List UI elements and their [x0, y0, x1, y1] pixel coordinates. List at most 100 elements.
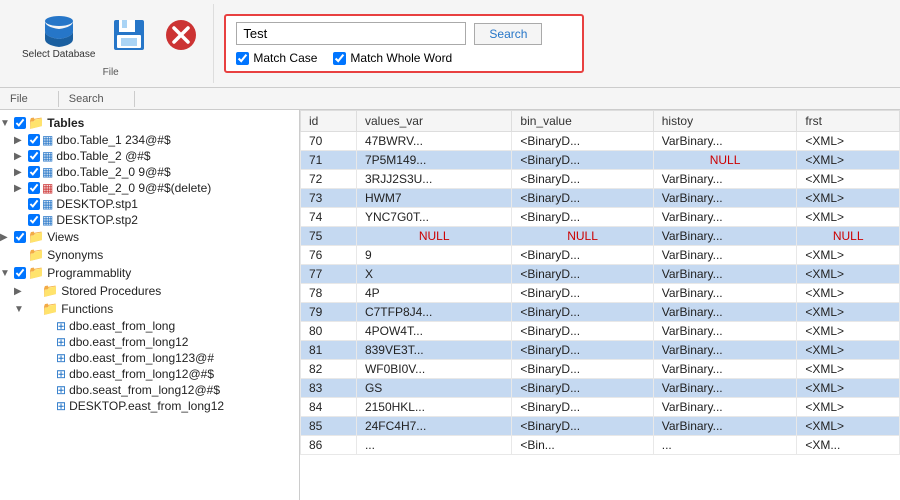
tree-item-fn3[interactable]: ⊞dbo.east_from_long123@# — [0, 350, 299, 366]
tree-arrow: ▼ — [0, 118, 12, 129]
tree-item-prog-root[interactable]: ▼📁Programmablity — [0, 264, 299, 282]
stop-icon — [163, 17, 199, 53]
tree-arrow: ▼ — [14, 304, 26, 315]
table-row[interactable]: 804POW4T...<BinaryD...VarBinary...<XML> — [301, 322, 900, 341]
table-row[interactable]: 73HWM7<BinaryD...VarBinary...<XML> — [301, 189, 900, 208]
tree-checkbox-table6[interactable] — [28, 214, 40, 226]
cell-histoy: ... — [653, 436, 797, 455]
table-row[interactable]: 7047BWRV...<BinaryD...VarBinary...<XML> — [301, 132, 900, 151]
tree-checkbox-tables-root[interactable] — [14, 117, 26, 129]
tree-item-table1[interactable]: ▶▦dbo.Table_1 234@#$ — [0, 132, 299, 148]
tree-checkbox-table4[interactable] — [28, 182, 40, 194]
table-row[interactable]: 77X<BinaryD...VarBinary...<XML> — [301, 265, 900, 284]
tree-item-fn1[interactable]: ⊞dbo.east_from_long — [0, 318, 299, 334]
tree-item-fn2[interactable]: ⊞dbo.east_from_long12 — [0, 334, 299, 350]
cell-id: 78 — [301, 284, 357, 303]
cell-values_var: 2150HKL... — [356, 398, 511, 417]
cell-values_var: 4P — [356, 284, 511, 303]
table-row[interactable]: 75NULLNULLVarBinary...NULL — [301, 227, 900, 246]
file-group-label: File — [103, 67, 119, 78]
tree-item-table5[interactable]: ▦DESKTOP.stp1 — [0, 196, 299, 212]
search-input[interactable] — [236, 22, 466, 45]
cell-bin_value: NULL — [512, 227, 653, 246]
column-header-values_var: values_var — [356, 111, 511, 132]
cell-id: 80 — [301, 322, 357, 341]
cell-values_var: ... — [356, 436, 511, 455]
cell-histoy: VarBinary... — [653, 246, 797, 265]
tree-item-fn4[interactable]: ⊞dbo.east_from_long12@#$ — [0, 366, 299, 382]
tree-label: Synonyms — [47, 248, 103, 262]
tree-item-table2[interactable]: ▶▦dbo.Table_2 @#$ — [0, 148, 299, 164]
cell-histoy: VarBinary... — [653, 284, 797, 303]
table-icon: ▦ — [42, 149, 53, 163]
tree-item-syn-root[interactable]: 📁Synonyms — [0, 246, 299, 264]
tree-item-sp-root[interactable]: ▶📁Stored Procedures — [0, 282, 299, 300]
cell-bin_value: <BinaryD... — [512, 417, 653, 436]
tree-item-tables-root[interactable]: ▼📁Tables — [0, 114, 299, 132]
cell-id: 85 — [301, 417, 357, 436]
cell-id: 74 — [301, 208, 357, 227]
table-row[interactable]: 82WF0BI0V...<BinaryD...VarBinary...<XML> — [301, 360, 900, 379]
cell-bin_value: <BinaryD... — [512, 170, 653, 189]
select-database-button[interactable]: Select Database — [16, 9, 101, 63]
match-case-label[interactable]: Match Case — [236, 51, 317, 65]
column-header-histoy: histoy — [653, 111, 797, 132]
cell-id: 81 — [301, 341, 357, 360]
stop-button[interactable] — [157, 15, 205, 57]
table-row[interactable]: 79C7TFP8J4...<BinaryD...VarBinary...<XML… — [301, 303, 900, 322]
table-row[interactable]: 769<BinaryD...VarBinary...<XML> — [301, 246, 900, 265]
table-icon: ▦ — [42, 165, 53, 179]
tree-label: Tables — [47, 116, 84, 130]
cell-id: 73 — [301, 189, 357, 208]
cell-histoy: VarBinary... — [653, 322, 797, 341]
cell-histoy: VarBinary... — [653, 208, 797, 227]
tree-item-table6[interactable]: ▦DESKTOP.stp2 — [0, 212, 299, 228]
tree-checkbox-prog-root[interactable] — [14, 267, 26, 279]
table-row[interactable]: 81839VE3T...<BinaryD...VarBinary...<XML> — [301, 341, 900, 360]
tree-checkbox-table2[interactable] — [28, 150, 40, 162]
cell-frst: <XML> — [797, 246, 900, 265]
tree-item-fn6[interactable]: ⊞DESKTOP.east_from_long12 — [0, 398, 299, 414]
table-row[interactable]: 8524FC4H7...<BinaryD...VarBinary...<XML> — [301, 417, 900, 436]
tree-checkbox-table1[interactable] — [28, 134, 40, 146]
tree-checkbox-table5[interactable] — [28, 198, 40, 210]
tree-checkbox-table3[interactable] — [28, 166, 40, 178]
table-row[interactable]: 74YNC7G0T...<BinaryD...VarBinary...<XML> — [301, 208, 900, 227]
table-row[interactable]: 842150HKL...<BinaryD...VarBinary...<XML> — [301, 398, 900, 417]
cell-frst: <XML> — [797, 322, 900, 341]
table-row[interactable]: 784P<BinaryD...VarBinary...<XML> — [301, 284, 900, 303]
tree-item-views-root[interactable]: ▶📁Views — [0, 228, 299, 246]
table-row[interactable]: 723RJJ2S3U...<BinaryD...VarBinary...<XML… — [301, 170, 900, 189]
search-button[interactable]: Search — [474, 23, 542, 45]
tree-item-fn-root[interactable]: ▼📁Functions — [0, 300, 299, 318]
cell-histoy: VarBinary... — [653, 341, 797, 360]
match-whole-word-label[interactable]: Match Whole Word — [333, 51, 452, 65]
cell-histoy: VarBinary... — [653, 170, 797, 189]
search-section-label: Search — [59, 91, 135, 107]
tree-arrow: ▶ — [0, 232, 12, 243]
match-case-checkbox[interactable] — [236, 52, 249, 65]
search-row: Search — [236, 22, 572, 45]
column-header-frst: frst — [797, 111, 900, 132]
tree-checkbox-views-root[interactable] — [14, 231, 26, 243]
cell-histoy: VarBinary... — [653, 265, 797, 284]
cell-id: 71 — [301, 151, 357, 170]
cell-id: 70 — [301, 132, 357, 151]
tree-label: DESKTOP.stp1 — [56, 197, 138, 211]
cell-values_var: 24FC4H7... — [356, 417, 511, 436]
match-whole-word-checkbox[interactable] — [333, 52, 346, 65]
tree-label: DESKTOP.east_from_long12 — [69, 399, 224, 413]
database-icon — [41, 11, 77, 47]
table-row[interactable]: 717P5M149...<BinaryD...NULL<XML> — [301, 151, 900, 170]
table-row[interactable]: 83GS<BinaryD...VarBinary...<XML> — [301, 379, 900, 398]
cell-values_var: GS — [356, 379, 511, 398]
folder-icon: 📁 — [42, 301, 58, 317]
table-row[interactable]: 86...<Bin......<XM... — [301, 436, 900, 455]
tree-item-table3[interactable]: ▶▦dbo.Table_2_0 9@#$ — [0, 164, 299, 180]
cell-bin_value: <BinaryD... — [512, 189, 653, 208]
save-button[interactable] — [105, 15, 153, 57]
tree-item-fn5[interactable]: ⊞dbo.seast_from_long12@#$ — [0, 382, 299, 398]
search-area: Search Match Case Match Whole Word — [224, 14, 584, 73]
tree-label: dbo.east_from_long12 — [69, 335, 188, 349]
tree-item-table4[interactable]: ▶▦dbo.Table_2_0 9@#$(delete) — [0, 180, 299, 196]
